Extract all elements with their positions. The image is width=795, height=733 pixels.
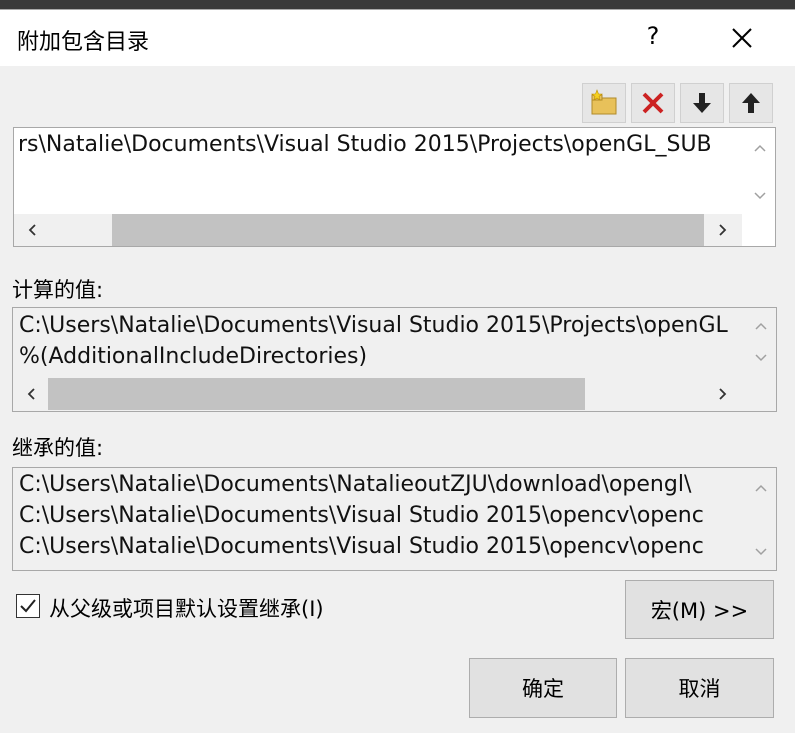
scrollbar-thumb[interactable] — [48, 378, 585, 410]
chevron-down-icon — [754, 192, 766, 200]
move-down-button[interactable] — [680, 83, 724, 123]
scroll-down-button[interactable] — [751, 348, 771, 368]
scroll-down-button[interactable] — [750, 186, 770, 206]
checkmark-icon — [20, 599, 36, 613]
chevron-up-icon — [754, 144, 766, 152]
evaluated-line: C:\Users\Natalie\Documents\Visual Studio… — [19, 313, 728, 338]
ok-button[interactable]: 确定 — [469, 658, 617, 718]
chevron-down-icon — [755, 354, 767, 362]
move-up-button[interactable] — [729, 83, 773, 123]
chevron-up-icon — [755, 484, 767, 492]
delete-line-button[interactable] — [631, 83, 675, 123]
chevron-right-icon — [719, 388, 727, 400]
include-directories-dialog: 附加包含目录 ? rs\Natalie\Documents\Visual Stu… — [0, 9, 795, 733]
scroll-up-button[interactable] — [751, 478, 771, 498]
new-line-button[interactable] — [582, 83, 626, 123]
chevron-left-icon — [28, 224, 36, 236]
chevron-up-icon — [755, 322, 767, 330]
chevron-down-icon — [755, 548, 767, 556]
arrow-down-icon — [693, 93, 711, 113]
arrow-up-icon — [742, 93, 760, 113]
chevron-left-icon — [27, 388, 35, 400]
include-paths-editor[interactable]: rs\Natalie\Documents\Visual Studio 2015\… — [13, 127, 776, 247]
inherit-checkbox[interactable] — [16, 594, 40, 618]
scroll-down-button[interactable] — [751, 542, 771, 562]
help-button[interactable]: ? — [641, 22, 665, 50]
inherited-line: C:\Users\Natalie\Documents\Visual Studio… — [19, 534, 704, 559]
scroll-right-button[interactable] — [713, 220, 733, 240]
scroll-up-button[interactable] — [751, 316, 771, 336]
chevron-right-icon — [719, 224, 727, 236]
inherited-line: C:\Users\Natalie\Documents\Visual Studio… — [19, 503, 704, 528]
close-button[interactable] — [728, 24, 756, 52]
inherit-checkbox-label[interactable]: 从父级或项目默认设置继承(I) — [49, 593, 324, 623]
scroll-left-button[interactable] — [21, 384, 41, 404]
dialog-title: 附加包含目录 — [17, 30, 150, 55]
evaluated-line: %(AdditionalIncludeDirectories) — [19, 344, 368, 369]
inherited-value-box[interactable]: C:\Users\Natalie\Documents\NatalieoutZJU… — [12, 467, 777, 571]
evaluated-value-box[interactable]: C:\Users\Natalie\Documents\Visual Studio… — [12, 307, 777, 412]
close-icon — [732, 28, 752, 48]
cancel-button[interactable]: 取消 — [625, 658, 774, 718]
editor-line[interactable]: rs\Natalie\Documents\Visual Studio 2015\… — [18, 132, 712, 157]
title-bar: 附加包含目录 ? — [0, 10, 795, 66]
horizontal-scrollbar[interactable] — [14, 214, 742, 246]
delete-x-icon — [642, 92, 664, 114]
inherited-line: C:\Users\Natalie\Documents\NatalieoutZJU… — [19, 472, 692, 497]
scroll-left-button[interactable] — [22, 220, 42, 240]
scrollbar-thumb[interactable] — [112, 214, 704, 246]
horizontal-scrollbar[interactable] — [13, 378, 743, 410]
evaluated-value-label: 计算的值: — [12, 278, 104, 302]
folder-new-icon — [591, 89, 617, 115]
inherited-value-label: 继承的值: — [12, 436, 104, 460]
scroll-right-button[interactable] — [713, 384, 733, 404]
scroll-up-button[interactable] — [750, 138, 770, 158]
macros-button[interactable]: 宏(M) >> — [625, 580, 774, 639]
